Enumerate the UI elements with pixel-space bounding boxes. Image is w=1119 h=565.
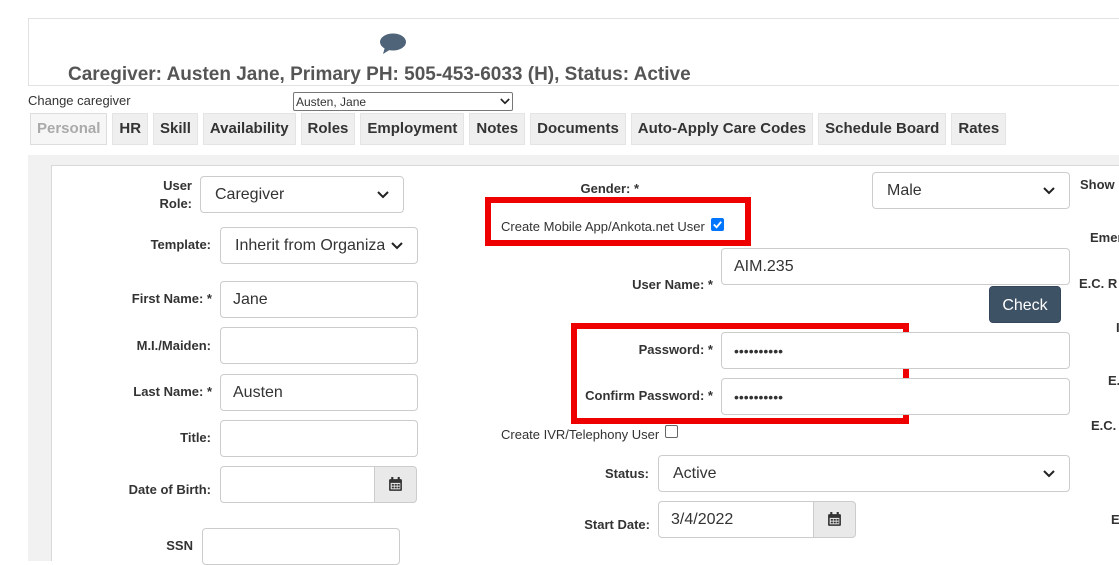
tab-rates[interactable]: Rates xyxy=(951,113,1007,145)
chevron-down-icon xyxy=(377,190,389,198)
caregiver-select[interactable]: Austen, Jane xyxy=(293,92,513,111)
user-role-value: Caregiver xyxy=(215,185,285,203)
date-of-birth-calendar-button[interactable] xyxy=(374,466,417,503)
mi-maiden-label: M.I./Maiden: xyxy=(136,338,211,353)
password-input[interactable] xyxy=(721,332,1070,369)
status-value: Active xyxy=(673,464,717,482)
create-ivr-user-checkbox[interactable] xyxy=(665,425,678,438)
confirm-password-input[interactable] xyxy=(721,378,1070,415)
template-value: Inherit from Organizat xyxy=(235,236,385,254)
date-of-birth-label: Date of Birth: xyxy=(128,482,211,497)
gender-select[interactable]: Male xyxy=(872,172,1070,209)
chevron-down-icon xyxy=(1043,186,1055,194)
show-label-cutoff: Show I xyxy=(1080,177,1119,192)
template-label: Template: xyxy=(150,237,211,252)
title-input[interactable] xyxy=(220,420,418,457)
date-of-birth-input[interactable] xyxy=(220,466,375,503)
chevron-down-icon xyxy=(391,241,403,249)
chat-bubble-icon[interactable] xyxy=(378,32,408,56)
username-label: User Name: * xyxy=(632,277,713,292)
tab-personal[interactable]: Personal xyxy=(30,113,108,145)
page-title: Caregiver: Austen Jane, Primary PH: 505-… xyxy=(68,64,691,85)
checkmark-icon xyxy=(713,221,722,229)
cutoff-label-7: E xyxy=(1111,512,1119,527)
gender-label: Gender: * xyxy=(580,181,639,196)
check-username-button[interactable]: Check xyxy=(989,286,1061,323)
create-ivr-user-label: Create IVR/Telephony User xyxy=(501,427,660,442)
caregiver-select-value: Austen, Jane xyxy=(296,94,367,109)
gender-value: Male xyxy=(887,181,922,199)
create-mobile-user-checkbox[interactable] xyxy=(711,218,724,231)
tab-auto-apply-care-codes[interactable]: Auto-Apply Care Codes xyxy=(630,113,814,145)
tab-notes[interactable]: Notes xyxy=(469,113,526,145)
status-label: Status: xyxy=(604,466,649,481)
user-role-select[interactable]: Caregiver xyxy=(200,176,404,213)
chevron-down-icon xyxy=(1043,469,1055,477)
tab-documents[interactable]: Documents xyxy=(530,113,626,145)
tab-bar: Personal HR Skill Availability Roles Emp… xyxy=(30,113,1007,145)
calendar-icon xyxy=(389,477,402,491)
last-name-input[interactable] xyxy=(220,374,418,411)
start-date-input[interactable] xyxy=(658,501,814,538)
first-name-input[interactable] xyxy=(220,281,418,318)
calendar-icon xyxy=(828,512,841,526)
tab-hr[interactable]: HR xyxy=(112,113,149,145)
ssn-input[interactable] xyxy=(202,528,400,565)
template-select[interactable]: Inherit from Organizat xyxy=(220,227,418,264)
ec-relationship-label-cutoff: E.C. R xyxy=(1079,276,1118,291)
create-mobile-user-label: Create Mobile App/Ankota.net User xyxy=(501,219,705,234)
username-input[interactable] xyxy=(721,248,1070,285)
first-name-label: First Name: * xyxy=(131,291,212,306)
confirm-password-label: Confirm Password: * xyxy=(585,388,713,403)
tab-schedule-board[interactable]: Schedule Board xyxy=(818,113,947,145)
title-label: Title: xyxy=(180,430,211,445)
start-date-calendar-button[interactable] xyxy=(813,501,856,538)
user-role-label: User Role: xyxy=(159,178,193,211)
tab-employment[interactable]: Employment xyxy=(360,113,465,145)
tab-skill[interactable]: Skill xyxy=(153,113,198,145)
emergency-label-cutoff: Emer xyxy=(1090,230,1119,245)
cutoff-label-5: E. xyxy=(1108,373,1119,388)
change-caregiver-label: Change caregiver xyxy=(28,93,131,108)
ssn-label: SSN xyxy=(166,538,193,553)
tab-roles[interactable]: Roles xyxy=(300,113,356,145)
tab-availability[interactable]: Availability xyxy=(202,113,296,145)
mi-maiden-input[interactable] xyxy=(220,327,418,364)
ec-label-cutoff: E.C. xyxy=(1091,418,1117,433)
start-date-label: Start Date: xyxy=(584,517,650,532)
status-select[interactable]: Active xyxy=(658,455,1070,492)
last-name-label: Last Name: * xyxy=(133,384,212,399)
chevron-down-icon xyxy=(500,98,510,105)
password-label: Password: * xyxy=(638,342,713,357)
